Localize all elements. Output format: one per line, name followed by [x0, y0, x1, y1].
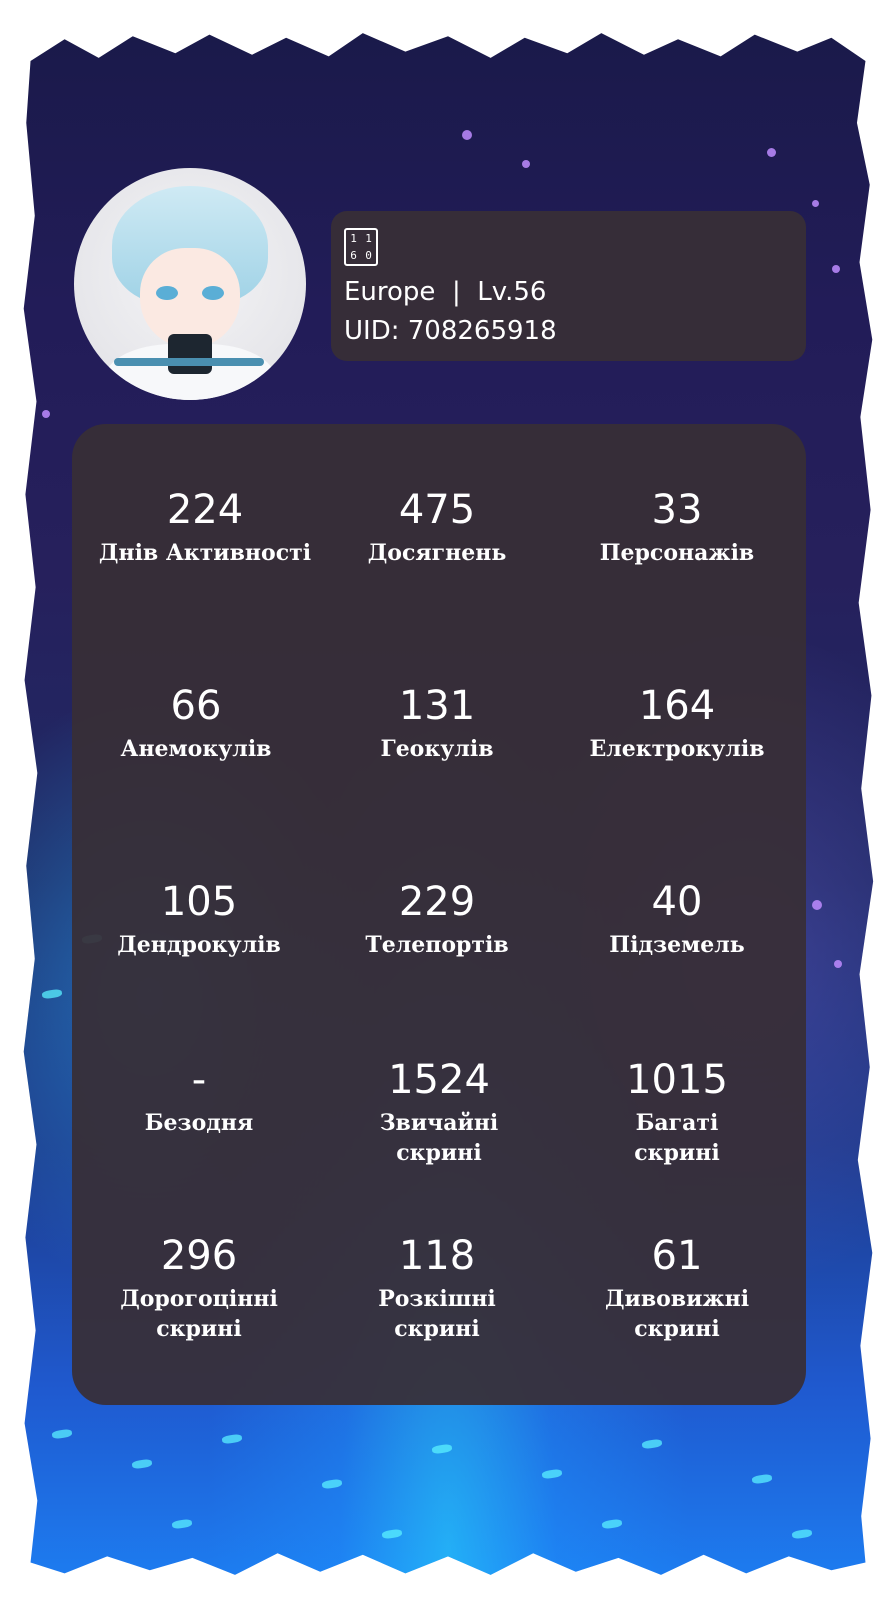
stat-value: 224: [166, 487, 244, 533]
glyph-char: 0: [365, 249, 372, 262]
glow-dot: [812, 200, 819, 207]
glow-dot: [462, 130, 472, 140]
stat-value: 1015: [626, 1057, 728, 1103]
stat-days-active: 224 Днів Активності: [83, 488, 327, 568]
stat-electroculus: 164 Електрокулів: [555, 684, 799, 764]
glow-dot: [522, 160, 530, 168]
glow-patch: [791, 1528, 813, 1540]
glyph-char: 6: [350, 249, 357, 262]
player-name-glyph: 1 1 6 0: [344, 228, 378, 266]
stat-label: Дивовижні скрині: [604, 1286, 750, 1342]
glow-patch: [221, 1433, 243, 1445]
stat-value: -: [191, 1057, 207, 1103]
stat-luxurious-chests: 118 Розкішні скрині: [315, 1234, 559, 1344]
stat-value: 475: [398, 487, 476, 533]
stat-label: Звичайні скрині: [379, 1110, 499, 1166]
glow-patch: [601, 1518, 623, 1530]
glyph-char: 1: [350, 232, 357, 245]
glow-dot: [834, 960, 842, 968]
stat-precious-chests: 296 Дорогоцінні скрині: [77, 1234, 321, 1344]
stat-label: Персонажів: [599, 540, 755, 566]
stat-value: 229: [398, 879, 476, 925]
stat-label: Днів Активності: [98, 540, 312, 566]
stat-label: Дорогоцінні скрині: [120, 1286, 278, 1342]
player-info-box: 1 1 6 0 Europe | Lv.56 UID: 708265918: [331, 211, 806, 361]
avatar-face: [140, 248, 240, 348]
stat-label: Досягнень: [367, 540, 507, 566]
glow-patch: [321, 1478, 343, 1490]
stat-label: Телепортів: [365, 932, 509, 958]
stat-value: 164: [638, 683, 716, 729]
server-name: Europe: [344, 277, 436, 307]
stat-common-chests: 1524 Звичайні скрині: [317, 1058, 561, 1168]
player-level: Lv.56: [477, 277, 547, 307]
stat-waypoints: 229 Телепортів: [315, 880, 559, 960]
stat-value: 118: [398, 1233, 476, 1279]
stat-label: Анемокулів: [120, 736, 272, 762]
stat-value: 61: [651, 1233, 703, 1279]
glow-patch: [131, 1458, 153, 1470]
stat-label: Електрокулів: [589, 736, 765, 762]
avatar-eye: [156, 286, 178, 300]
stat-value: 296: [160, 1233, 238, 1279]
separator: |: [451, 277, 461, 307]
stat-anemoculus: 66 Анемокулів: [74, 684, 318, 764]
stat-achievements: 475 Досягнень: [315, 488, 559, 568]
glow-patch: [431, 1443, 453, 1455]
stat-label: Підземель: [609, 932, 745, 958]
glow-dot: [42, 410, 50, 418]
stat-geoculus: 131 Геокулів: [315, 684, 559, 764]
stat-label: Розкішні скрині: [378, 1286, 496, 1342]
avatar-eye: [202, 286, 224, 300]
glow-patch: [51, 1428, 73, 1440]
stat-value: 131: [398, 683, 476, 729]
glow-patch: [641, 1438, 663, 1450]
stat-domains: 40 Підземель: [555, 880, 799, 960]
stat-remarkable-chests: 61 Дивовижні скрині: [555, 1234, 799, 1344]
stat-characters: 33 Персонажів: [555, 488, 799, 568]
glow-dot: [767, 148, 776, 157]
stat-label: Дендрокулів: [117, 932, 281, 958]
glow-patch: [751, 1473, 773, 1485]
server-level-line: Europe | Lv.56: [344, 277, 546, 307]
glow-patch: [381, 1528, 403, 1540]
glow-dot: [812, 900, 822, 910]
avatar-trim: [114, 358, 264, 366]
stat-dendroculus: 105 Дендрокулів: [77, 880, 321, 960]
avatar: [74, 168, 306, 400]
stat-value: 40: [651, 879, 703, 925]
stat-value: 33: [651, 487, 703, 533]
stat-value: 105: [160, 879, 238, 925]
stat-label: Геокулів: [380, 736, 494, 762]
stats-panel: 224 Днів Активності 475 Досягнень 33 Пер…: [72, 424, 806, 1405]
stat-label: Багаті скрині: [634, 1110, 720, 1166]
glyph-char: 1: [365, 232, 372, 245]
glow-dot: [832, 265, 840, 273]
glow-patch: [171, 1518, 193, 1530]
stat-abyss: - Безодня: [77, 1058, 321, 1138]
stat-exquisite-chests: 1015 Багаті скрині: [555, 1058, 799, 1168]
avatar-collar: [168, 334, 212, 374]
stat-value: 1524: [388, 1057, 490, 1103]
player-uid: UID: 708265918: [344, 316, 557, 346]
stat-label: Безодня: [144, 1110, 254, 1136]
glow-patch: [41, 988, 63, 1000]
stat-value: 66: [170, 683, 222, 729]
glow-patch: [541, 1468, 563, 1480]
